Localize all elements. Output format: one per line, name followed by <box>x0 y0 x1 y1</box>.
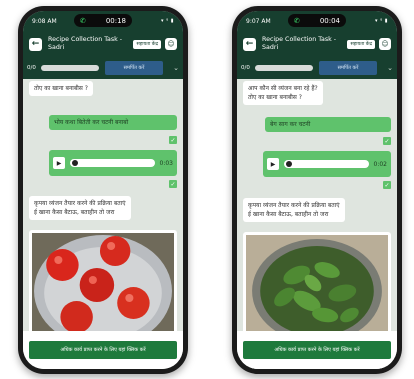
app-header: ← Recipe Collection Task - Sadri सहायता … <box>23 31 183 57</box>
message-line: कृपया व्यंजन तैयार करने की प्रक्रिया बता… <box>248 202 340 209</box>
chat-area[interactable]: आप कौन सी व्यंजन बना रहे हैं? तोए का खान… <box>237 79 397 369</box>
phone-right: 9:07 AM ✆ 00:04 ▾ ᵍ ▮ ← Recipe Collectio… <box>232 6 402 374</box>
page-title-line1: Recipe Collection Task - <box>262 36 337 43</box>
phone-call-icon: ✆ <box>80 16 86 25</box>
greens-image <box>246 235 388 341</box>
status-icons: ▾ ᵍ ▮ <box>161 18 174 24</box>
tomato-image <box>32 233 174 341</box>
progress-count: 0/0 <box>27 65 36 71</box>
avatar-icon[interactable]: ☺ <box>379 38 391 50</box>
call-timer-pill[interactable]: ✆ 00:04 <box>288 14 346 27</box>
progress-row: 0/0 समर्पित करें ⌄ <box>23 57 183 79</box>
audio-track[interactable] <box>284 160 369 168</box>
audio-duration: 0:02 <box>373 160 387 168</box>
message-line: तोए का खाना बनाबीस ? <box>248 94 302 101</box>
call-timer-pill[interactable]: ✆ 00:18 <box>74 14 132 27</box>
message-line: कृपया व्यंजन तैयार करने की प्रक्रिया बता… <box>34 200 126 207</box>
screen-left: 9:08 AM ✆ 00:18 ▾ ᵍ ▮ ← Recipe Collectio… <box>23 11 183 369</box>
back-arrow-icon[interactable]: ← <box>29 37 42 51</box>
check-icon: ✓ <box>169 180 177 188</box>
audio-duration: 0:03 <box>159 159 173 167</box>
screen-right: 9:07 AM ✆ 00:04 ▾ ᵍ ▮ ← Recipe Collectio… <box>237 11 397 369</box>
progress-bar <box>255 65 313 71</box>
check-icon: ✓ <box>383 137 391 145</box>
avatar-icon[interactable]: ☺ <box>165 38 177 50</box>
status-time: 9:07 AM <box>246 17 271 25</box>
chevron-down-icon[interactable]: ⌄ <box>173 64 179 72</box>
page-title-line2: Sadri <box>48 44 65 51</box>
incoming-message: तोए का खाना बनाबीस ? <box>29 81 93 96</box>
page-title: Recipe Collection Task - Sadri <box>48 36 133 52</box>
incoming-message: कृपया व्यंजन तैयार करने की प्रक्रिया बता… <box>243 198 345 222</box>
back-arrow-icon[interactable]: ← <box>243 37 256 51</box>
greens-photo[interactable] <box>243 232 391 344</box>
message-line: ई खाना कैसा बैटाऊ, बताहीन तो जरा <box>248 211 329 218</box>
incoming-message: कृपया व्यंजन तैयार करने की प्रक्रिया बता… <box>29 196 131 220</box>
play-icon[interactable]: ▶ <box>267 158 279 170</box>
outgoing-message: बेग साग कर चटनी <box>265 117 391 132</box>
page-title: Recipe Collection Task - Sadri <box>262 36 347 52</box>
get-more-tasks-button[interactable]: अधिक कार्य प्राप्त करने के लिए यहां क्लि… <box>243 341 391 359</box>
status-bar: 9:08 AM ✆ 00:18 ▾ ᵍ ▮ <box>23 11 183 31</box>
status-bar: 9:07 AM ✆ 00:04 ▾ ᵍ ▮ <box>237 11 397 31</box>
message-line: आप कौन सी व्यंजन बना रहे हैं? <box>248 85 318 92</box>
call-timer: 00:04 <box>319 16 340 25</box>
page-title-line1: Recipe Collection Task - <box>48 36 123 43</box>
progress-row: 0/0 समर्पित करें ⌄ <box>237 57 397 79</box>
outgoing-message: भोय कथा बितेती कर चटनी बनाबो <box>49 115 177 130</box>
chat-area[interactable]: तोए का खाना बनाबीस ? भोय कथा बितेती कर च… <box>23 79 183 369</box>
status-icons: ▾ ᵍ ▮ <box>375 18 388 24</box>
progress-count: 0/0 <box>241 65 250 71</box>
submit-button[interactable]: समर्पित करें <box>319 61 377 75</box>
cta-bar: अधिक कार्य प्राप्त करने के लिए यहां क्लि… <box>237 331 397 369</box>
page-title-line2: Sadri <box>262 44 279 51</box>
status-time: 9:08 AM <box>32 17 57 25</box>
help-center-button[interactable]: सहायता केंद्र <box>133 39 161 49</box>
submit-button[interactable]: समर्पित करें <box>105 61 163 75</box>
get-more-tasks-button[interactable]: अधिक कार्य प्राप्त करने के लिए यहां क्लि… <box>29 341 177 359</box>
message-line: ई खाना कैसा बैटाऊ, बताहीन तो जरा <box>34 209 115 216</box>
incoming-message: आप कौन सी व्यंजन बना रहे हैं? तोए का खान… <box>243 81 323 105</box>
progress-bar <box>41 65 99 71</box>
check-icon: ✓ <box>169 136 177 144</box>
phone-call-icon: ✆ <box>294 16 300 25</box>
play-icon[interactable]: ▶ <box>53 157 65 169</box>
audio-message: ▶ 0:02 <box>263 151 391 177</box>
audio-message: ▶ 0:03 <box>49 150 177 176</box>
call-timer: 00:18 <box>105 16 126 25</box>
phone-left: 9:08 AM ✆ 00:18 ▾ ᵍ ▮ ← Recipe Collectio… <box>18 6 188 374</box>
check-icon: ✓ <box>383 181 391 189</box>
app-header: ← Recipe Collection Task - Sadri सहायता … <box>237 31 397 57</box>
cta-bar: अधिक कार्य प्राप्त करने के लिए यहां क्लि… <box>23 331 183 369</box>
help-center-button[interactable]: सहायता केंद्र <box>347 39 375 49</box>
tomato-photo[interactable] <box>29 230 177 344</box>
chevron-down-icon[interactable]: ⌄ <box>387 64 393 72</box>
audio-track[interactable] <box>70 159 155 167</box>
